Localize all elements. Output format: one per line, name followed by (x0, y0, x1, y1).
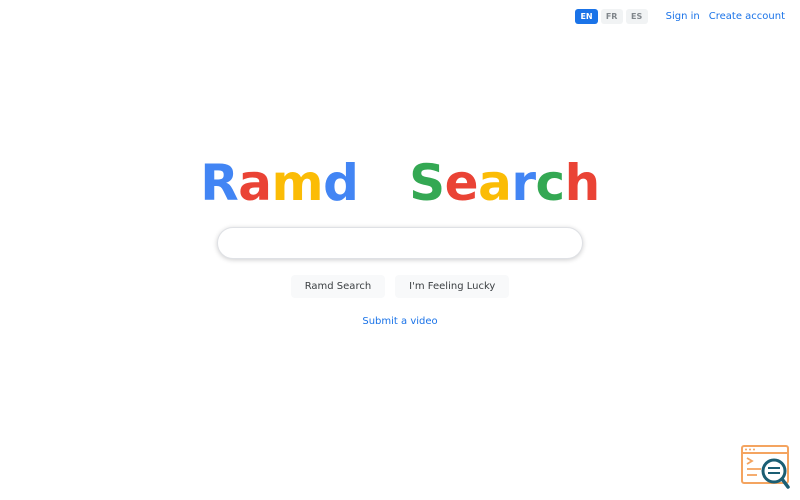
logo-letter: r (511, 154, 536, 212)
sign-in-link[interactable]: Sign in (666, 11, 700, 22)
submit-video-row: Submit a video (0, 316, 800, 327)
language-es-button[interactable]: ES (625, 9, 648, 24)
logo: Ramd Search (0, 153, 800, 213)
logo-letter: a (478, 154, 512, 212)
logo-letter: S (409, 154, 445, 212)
logo-letter: c (535, 154, 566, 212)
language-fr-button[interactable]: FR (600, 9, 623, 24)
logo-letter: e (444, 154, 479, 212)
logo-letter: d (323, 154, 359, 212)
logo-letter: m (271, 154, 324, 212)
search-box (217, 227, 583, 259)
logo-letter: h (564, 154, 601, 212)
language-en-button[interactable]: EN (575, 9, 598, 24)
search-button[interactable]: Ramd Search (290, 275, 386, 298)
logo-letter: R (200, 154, 239, 212)
logo-space (358, 154, 409, 212)
terminal-search-icon[interactable] (741, 445, 791, 489)
logo-letter: a (238, 154, 272, 212)
search-input[interactable] (218, 228, 582, 258)
create-account-link[interactable]: Create account (709, 11, 785, 22)
top-bar: EN FR ES Sign in Create account (572, 9, 785, 24)
submit-video-link[interactable]: Submit a video (362, 316, 437, 327)
search-buttons: Ramd Search I'm Feeling Lucky (0, 275, 800, 298)
language-selector: EN FR ES (572, 9, 648, 24)
feeling-lucky-button[interactable]: I'm Feeling Lucky (395, 275, 510, 298)
